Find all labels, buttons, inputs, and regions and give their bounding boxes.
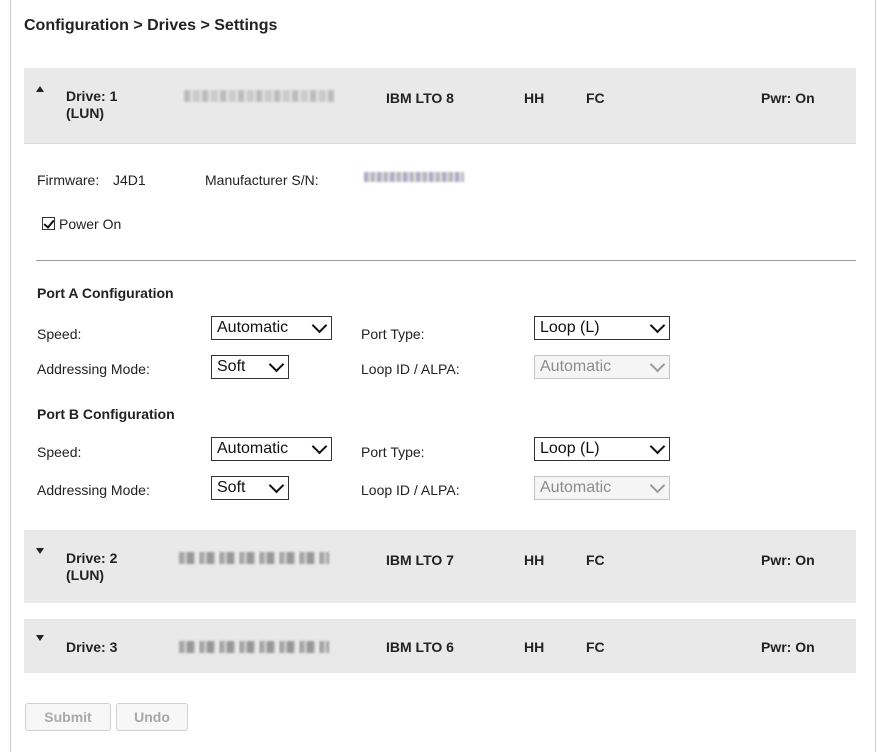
port-a-title: Port A Configuration [37,285,174,301]
port-b-loop-id-label: Loop ID / ALPA: [361,482,460,498]
undo-button[interactable]: Undo [116,703,188,731]
drive-header-1[interactable]: Drive: 1 (LUN) IBM LTO 8 HH FC Pwr: On [24,68,856,143]
port-a-port-type-select[interactable]: Loop (L) [534,316,670,340]
chevron-down-icon [649,438,666,455]
port-b-speed-select[interactable]: Automatic [211,437,332,461]
drive-1-label: Drive: 1 (LUN) [66,88,117,122]
drive-3-model: IBM LTO 6 [386,639,454,655]
drive-header-2[interactable]: Drive: 2 (LUN) IBM LTO 7 HH FC Pwr: On [24,530,856,603]
chevron-down-icon [268,356,285,373]
chevron-down-icon[interactable] [36,548,44,554]
section-divider [36,260,856,261]
port-b-port-type-label: Port Type: [361,444,425,460]
chevron-up-icon[interactable] [36,86,44,92]
drive-1-lun: (LUN) [66,105,105,121]
port-b-port-type-select[interactable]: Loop (L) [534,437,670,461]
port-a-loop-id-label: Loop ID / ALPA: [361,361,460,377]
submit-button[interactable]: Submit [25,703,111,731]
port-b-speed-value: Automatic [217,440,289,457]
drive-2-name: Drive: 2 [66,550,118,566]
drive-3-power: Pwr: On [761,639,815,655]
port-b-addressing-select[interactable]: Soft [211,476,289,500]
chevron-down-icon [649,356,666,373]
drive-header-3[interactable]: Drive: 3 IBM LTO 6 HH FC Pwr: On [24,619,856,673]
port-a-speed-label: Speed: [37,326,82,342]
port-b-title: Port B Configuration [37,406,175,422]
drive-3-label: Drive: 3 [66,639,117,656]
port-a-port-type-label: Port Type: [361,326,425,342]
port-a-addressing-label: Addressing Mode: [37,361,150,377]
port-b-addressing-label: Addressing Mode: [37,482,150,498]
firmware-label: Firmware: [37,172,100,188]
drive-2-lun: (LUN) [66,567,105,583]
drive-2-serial-redacted [179,552,329,564]
port-a-loop-id-value: Automatic [540,358,612,375]
port-a-loop-id-select: Automatic [534,355,670,379]
port-b-port-type-value: Loop (L) [540,440,600,457]
chevron-down-icon [311,438,328,455]
chevron-down-icon[interactable] [36,635,44,641]
drive-2-power: Pwr: On [761,552,815,568]
drive-1-model: IBM LTO 8 [386,90,454,106]
manufacturer-sn-redacted [364,172,464,182]
drive-2-model: IBM LTO 7 [386,552,454,568]
port-a-speed-select[interactable]: Automatic [211,316,332,340]
port-b-loop-id-value: Automatic [540,479,612,496]
drive-3-form-factor: HH [524,639,545,655]
port-b-addressing-value: Soft [217,479,246,496]
drive-2-label: Drive: 2 (LUN) [66,550,117,584]
drive-1-interface: FC [586,90,605,106]
drive-1-power: Pwr: On [761,90,815,106]
port-a-addressing-select[interactable]: Soft [211,355,289,379]
port-a-speed-value: Automatic [217,319,289,336]
drive-2-interface: FC [586,552,605,568]
port-b-speed-label: Speed: [37,444,82,460]
port-a-port-type-value: Loop (L) [540,319,600,336]
firmware-value: J4D1 [113,172,146,188]
chevron-down-icon [649,317,666,334]
chevron-down-icon [649,477,666,494]
drive-1-form-factor: HH [524,90,545,106]
chevron-down-icon [311,317,328,334]
drive-2-form-factor: HH [524,552,545,568]
drive-1-serial-redacted [184,90,334,102]
chevron-down-icon [268,477,285,494]
drive-3-name: Drive: 3 [66,639,118,655]
power-on-label[interactable]: Power On [59,216,121,232]
details-top-border [24,143,856,144]
port-b-loop-id-select: Automatic [534,476,670,500]
drive-3-serial-redacted [179,641,329,653]
power-on-checkbox[interactable] [42,217,55,230]
port-a-addressing-value: Soft [217,358,246,375]
drive-1-name: Drive: 1 [66,88,118,104]
manufacturer-sn-label: Manufacturer S/N: [205,172,319,188]
breadcrumb: Configuration > Drives > Settings [24,17,278,34]
drive-3-interface: FC [586,639,605,655]
